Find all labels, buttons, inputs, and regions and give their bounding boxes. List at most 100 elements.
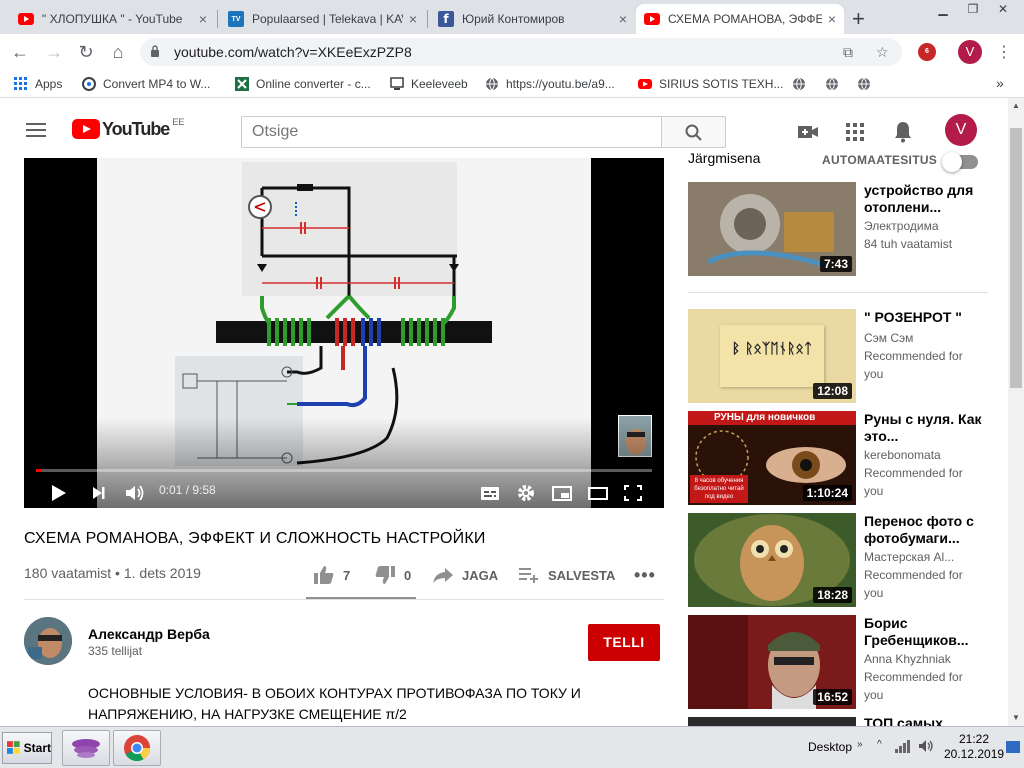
address-bar[interactable]: youtube.com/watch?v=XKEeExzPZP8 ⧉ ☆ [140,38,902,66]
start-button[interactable]: Start [2,732,52,764]
close-tab-icon[interactable]: × [199,11,207,27]
scroll-up-arrow-icon[interactable]: ▲ [1008,98,1024,114]
recommended-video[interactable]: 7:43 устройство для отоплени... Электрод… [688,182,998,278]
progress-fill [36,469,43,472]
browser-menu-icon[interactable]: ⋮ [996,42,1012,62]
minimize-window-icon[interactable]: ▁ [928,0,958,18]
recommended-video[interactable]: ᛒ ᚱᛟᛉᛖᚾᚱᛟᛏ 12:08 " РОЗЕНРОТ " Сэм Сэм Re… [688,309,998,405]
forward-arrow-icon[interactable]: → [42,40,66,64]
bookmark-star-icon[interactable]: ☆ [876,44,889,61]
share-button[interactable]: JAGA [432,565,498,585]
speaker-volume-icon[interactable] [918,739,936,753]
create-video-icon[interactable] [796,120,820,144]
browser-profile-avatar[interactable]: V [958,40,982,64]
account-avatar[interactable]: V [945,114,977,146]
like-button[interactable]: 7 [313,565,350,585]
video-thumbnail[interactable]: РУНЫ для новичков 8 часов обучения безоп… [688,411,856,505]
video-thumbnail[interactable]: 18:28 [688,513,856,607]
recommended-title[interactable]: устройство для отоплени... [864,182,984,216]
search-input[interactable] [241,116,662,148]
recommended-video[interactable]: 18:28 Перенос фото с фотобумаги... Масте… [688,513,998,609]
apps-grid-icon[interactable] [843,120,867,144]
progress-bar[interactable] [36,469,652,472]
like-ratio-bar [306,597,416,599]
reload-icon[interactable]: ↻ [74,40,98,64]
bookmark-online-converter[interactable]: Online converter - c... [235,77,371,91]
browser-tab-3[interactable]: f Юрий Контомиров × [430,4,635,34]
volume-icon[interactable] [124,481,146,505]
recommended-video[interactable]: РУНЫ для новичков 8 часов обучения безоп… [688,411,998,507]
network-signal-icon[interactable] [894,739,912,753]
recommended-title[interactable]: ТОП самых [864,717,943,726]
notifications-bell-icon[interactable] [891,120,915,144]
video-player[interactable]: 0:01 / 9:58 [24,158,664,508]
miniplayer-icon[interactable] [551,481,573,505]
channel-name[interactable]: Александр Верба [88,626,210,642]
autoplay-toggle[interactable] [942,152,978,172]
action-center-icon[interactable] [1006,741,1020,753]
restore-window-icon[interactable]: ❐ [958,0,988,18]
next-video-icon[interactable] [90,481,108,505]
video-duration: 12:08 [813,383,852,399]
video-duration: 18:28 [813,587,852,603]
globe-icon[interactable] [825,77,839,91]
taskbar-app-chrome[interactable] [113,730,161,766]
system-clock[interactable]: 21:22 20.12.2019 [944,732,1004,762]
recommended-video-partial[interactable]: ТОП самых [688,717,998,726]
video-thumbnail[interactable]: 16:52 [688,615,856,709]
close-tab-icon[interactable]: × [619,11,627,27]
theater-mode-icon[interactable] [587,481,609,505]
globe-icon[interactable] [792,77,806,91]
video-thumbnail[interactable]: 7:43 [688,182,856,276]
meta-separator: • [111,565,124,581]
browser-tab-2[interactable]: TV Populaarsed | Telekava | KAVA × [220,4,425,34]
recommended-title[interactable]: " РОЗЕНРОТ " [864,309,984,326]
channel-avatar[interactable] [24,617,72,665]
recommended-title[interactable]: Борис Гребенщиков... [864,615,984,649]
subscribe-button[interactable]: TELLI [588,624,660,661]
toolbar-chevron-icon[interactable]: » [857,739,863,750]
bookmark-youtu-be[interactable]: https://youtu.be/a9... [485,77,615,91]
close-window-icon[interactable]: ✕ [988,0,1018,18]
recommended-video[interactable]: 16:52 Борис Гребенщиков... Anna Khyzhnia… [688,615,998,711]
translate-icon[interactable]: ⧉ [843,44,853,61]
bookmark-sirius[interactable]: SIRIUS SOTIS TEXH... [638,77,783,91]
dislike-button[interactable]: 0 [374,565,411,585]
extension-abp-icon[interactable]: 6 [918,43,936,61]
settings-gear-icon[interactable] [516,481,536,505]
current-time: 0:01 [159,483,183,497]
browser-tab-4-active[interactable]: СХЕМА РОМАНОВА, ЭФФЕКТ × [636,4,844,34]
close-tab-icon[interactable]: × [409,11,417,27]
youtube-logo[interactable]: YouTube EE [72,117,184,139]
save-button[interactable]: SALVESTA [518,565,615,585]
youtube-play-icon [72,119,100,139]
desktop-toolbar-label[interactable]: Desktop [808,740,852,754]
recommended-title[interactable]: Руны с нуля. Как это... [864,411,984,445]
more-bookmarks-chevron-icon[interactable]: » [996,75,1004,91]
bookmark-label: SIRIUS SOTIS TEXH... [659,77,784,91]
close-tab-icon[interactable]: × [828,11,836,27]
taskbar-app-telia[interactable] [62,730,110,766]
browser-tab-1[interactable]: " ХЛОПУШКА " - YouTube × [10,4,215,34]
back-arrow-icon[interactable]: ← [8,40,32,64]
page-scrollbar[interactable]: ▲ ▼ [1008,98,1024,726]
bookmark-apps[interactable]: Apps [14,77,62,91]
scroll-down-arrow-icon[interactable]: ▼ [1008,710,1024,726]
bookmark-keeleveeb[interactable]: Keeleveeb [390,77,468,91]
home-icon[interactable]: ⌂ [106,40,130,64]
new-tab-plus-icon[interactable]: + [852,6,865,32]
subtitles-icon[interactable] [480,481,500,505]
play-icon[interactable] [50,481,68,505]
channel-avatar-image [24,617,72,665]
fullscreen-icon[interactable] [623,481,643,505]
guide-menu-icon[interactable] [26,123,46,137]
video-thumbnail[interactable] [688,717,856,726]
video-thumbnail[interactable]: ᛒ ᚱᛟᛉᛖᚾᚱᛟᛏ 12:08 [688,309,856,403]
scrollbar-thumb[interactable] [1010,128,1022,388]
search-button[interactable] [661,116,726,148]
globe-icon[interactable] [857,77,871,91]
bookmark-convert-mp4[interactable]: Convert MP4 to W... [82,77,210,91]
recommended-title[interactable]: Перенос фото с фотобумаги... [864,513,984,547]
more-actions-icon[interactable]: ••• [634,565,656,586]
show-hidden-icons-chevron-icon[interactable]: ^ [877,739,882,750]
